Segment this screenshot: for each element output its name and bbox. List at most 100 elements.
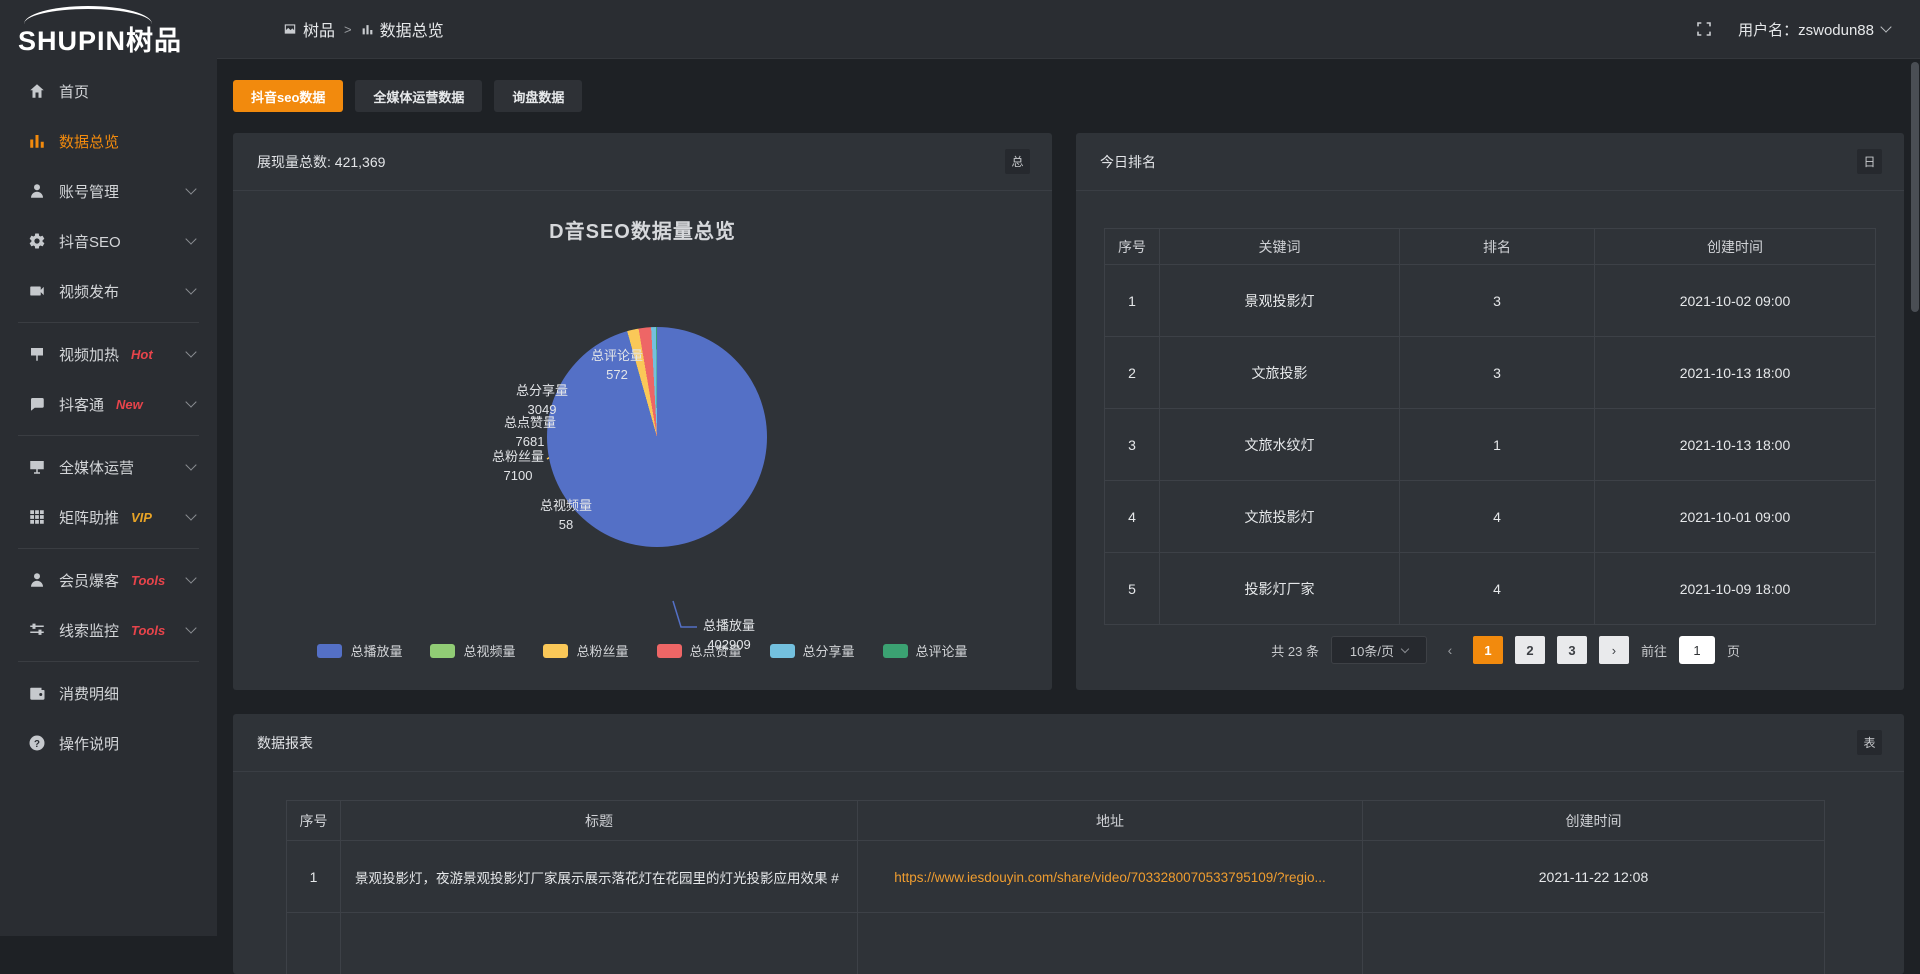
person-icon bbox=[28, 571, 46, 589]
goto-page-input[interactable] bbox=[1679, 636, 1715, 664]
sidebar-item-label: 操作说明 bbox=[59, 733, 119, 754]
rank-no: 4 bbox=[1105, 481, 1160, 553]
chart-legend: 总播放量 总视频量 总粉丝量 总点赞量 总分享量 bbox=[233, 641, 1052, 660]
sidebar-item-6[interactable]: 视频加热Hot bbox=[0, 329, 217, 379]
breadcrumb-root[interactable]: 树品 bbox=[283, 17, 335, 41]
chevron-down-icon bbox=[185, 396, 196, 407]
video-camera-icon bbox=[28, 282, 46, 300]
pagination: 共 23 条 10条/页 ‹ 123 › 前往 页 bbox=[1271, 636, 1740, 664]
sidebar-item-label: 会员爆客 bbox=[59, 570, 119, 591]
sidebar-item-5[interactable]: 视频发布 bbox=[0, 266, 217, 316]
sidebar-badge: VIP bbox=[131, 510, 152, 525]
sidebar-badge: Tools bbox=[131, 573, 165, 588]
sidebar-item-8[interactable]: 全媒体运营 bbox=[0, 442, 217, 492]
total-toggle-button[interactable]: 总 bbox=[1005, 149, 1030, 174]
sidebar-item-13[interactable]: ? 操作说明 bbox=[0, 718, 217, 768]
page-number-button[interactable]: 2 bbox=[1515, 636, 1545, 664]
sidebar-menu: 首页数据总览账号管理抖音SEO视频发布视频加热Hot抖客通New 全媒体运营矩阵助… bbox=[0, 59, 217, 768]
video-link[interactable]: https://www.iesdouyin.com/share/video/70… bbox=[894, 870, 1326, 885]
table-toggle-button[interactable]: 表 bbox=[1857, 730, 1882, 755]
promote-icon bbox=[28, 345, 46, 363]
sliders-icon bbox=[28, 621, 46, 639]
page-scrollbar-thumb[interactable] bbox=[1911, 62, 1919, 312]
chevron-down-icon bbox=[185, 283, 196, 294]
help-icon: ? bbox=[28, 734, 46, 752]
rank-keyword: 文旅投影 bbox=[1160, 337, 1400, 409]
data-tabs: 抖音seo数据 全媒体运营数据 询盘数据 bbox=[233, 80, 1904, 112]
sidebar-item-7[interactable]: 抖客通New bbox=[0, 379, 217, 429]
legend-swatch bbox=[883, 644, 908, 658]
sidebar-item-label: 全媒体运营 bbox=[59, 457, 134, 478]
rank-position: 4 bbox=[1400, 481, 1595, 553]
user-menu[interactable]: 用户名：zswodun88 bbox=[1738, 19, 1890, 40]
rank-position: 4 bbox=[1400, 553, 1595, 625]
pie-label-comments: 总评论量572 bbox=[591, 346, 643, 384]
rank-created: 2021-10-13 18:00 bbox=[1595, 337, 1876, 409]
chevron-down-icon bbox=[185, 509, 196, 520]
rank-keyword: 文旅投影灯 bbox=[1160, 481, 1400, 553]
page-number-button[interactable]: 1 bbox=[1473, 636, 1503, 664]
prev-page-button[interactable]: ‹ bbox=[1439, 636, 1461, 664]
sidebar: SHUPIN树品 首页数据总览账号管理抖音SEO视频发布视频加热Hot抖客通Ne… bbox=[0, 0, 217, 936]
tab-media-operation[interactable]: 全媒体运营数据 bbox=[355, 80, 482, 112]
rank-created: 2021-10-01 09:00 bbox=[1595, 481, 1876, 553]
legend-item[interactable]: 总粉丝量 bbox=[543, 641, 628, 660]
report-no: 1 bbox=[287, 841, 341, 913]
next-page-button[interactable]: › bbox=[1599, 636, 1629, 664]
pie-label-likes: 总点赞量7681 bbox=[504, 413, 556, 451]
ranking-table: 序号 关键词 排名 创建时间 1 景观投影灯 3 2021-10-02 09:0… bbox=[1104, 228, 1876, 625]
main-content: 抖音seo数据 全媒体运营数据 询盘数据 展现量总数: 421,369 总 D音… bbox=[217, 59, 1920, 974]
sidebar-item-label: 数据总览 bbox=[59, 131, 119, 152]
sidebar-item-10[interactable]: 会员爆客 Tools bbox=[0, 555, 217, 605]
sidebar-badge: Tools bbox=[131, 623, 165, 638]
legend-item[interactable]: 总分享量 bbox=[770, 641, 855, 660]
chevron-down-icon bbox=[185, 572, 196, 583]
menu-divider bbox=[18, 322, 199, 323]
bar-chart-icon bbox=[28, 132, 46, 150]
sidebar-item-4[interactable]: 抖音SEO bbox=[0, 216, 217, 266]
sidebar-item-11[interactable]: 线索监控Tools bbox=[0, 605, 217, 655]
fullscreen-icon[interactable] bbox=[1696, 21, 1712, 37]
ranking-panel-header: 今日排名 日 bbox=[1076, 133, 1904, 191]
menu-divider bbox=[18, 548, 199, 549]
report-table: 序号 标题 地址 创建时间 1 景观投影灯，夜游景观投影灯厂家展示展示落花灯在花… bbox=[286, 800, 1825, 974]
page-number-button[interactable]: 3 bbox=[1557, 636, 1587, 664]
legend-swatch bbox=[430, 644, 455, 658]
rank-position: 3 bbox=[1400, 265, 1595, 337]
breadcrumb: 树品 > 数据总览 bbox=[283, 17, 444, 41]
rank-no: 3 bbox=[1105, 409, 1160, 481]
legend-item[interactable]: 总播放量 bbox=[317, 641, 402, 660]
ranking-table-row: 2 文旅投影 3 2021-10-13 18:00 bbox=[1105, 337, 1876, 409]
report-title: 数据报表 bbox=[257, 733, 313, 753]
legend-item[interactable]: 总视频量 bbox=[430, 641, 515, 660]
chevron-down-icon bbox=[1401, 645, 1409, 653]
breadcrumb-current[interactable]: 数据总览 bbox=[361, 17, 444, 41]
tab-inquiry[interactable]: 询盘数据 bbox=[494, 80, 582, 112]
legend-swatch bbox=[317, 644, 342, 658]
user-icon bbox=[28, 182, 46, 200]
chevron-down-icon bbox=[185, 622, 196, 633]
menu-divider bbox=[18, 435, 199, 436]
app-logo[interactable]: SHUPIN树品 bbox=[0, 0, 217, 59]
sidebar-item-1[interactable]: 首页 bbox=[0, 66, 217, 116]
day-toggle-button[interactable]: 日 bbox=[1857, 149, 1882, 174]
report-created: 2021-11-22 12:08 bbox=[1363, 841, 1825, 913]
page-size-select[interactable]: 10条/页 bbox=[1331, 636, 1427, 664]
sidebar-item-9[interactable]: 矩阵助推VIP bbox=[0, 492, 217, 542]
rank-no: 5 bbox=[1105, 553, 1160, 625]
gear-icon bbox=[28, 232, 46, 250]
chat-icon bbox=[28, 395, 46, 413]
tab-douyin-seo[interactable]: 抖音seo数据 bbox=[233, 80, 343, 112]
report-panel-header: 数据报表 表 bbox=[233, 714, 1904, 772]
legend-item[interactable]: 总点赞量 bbox=[657, 641, 742, 660]
rank-created: 2021-10-13 18:00 bbox=[1595, 409, 1876, 481]
bar-chart-icon bbox=[361, 23, 374, 36]
monitor-icon bbox=[28, 458, 46, 476]
sidebar-item-12[interactable]: 消费明细 bbox=[0, 668, 217, 718]
chevron-down-icon bbox=[185, 459, 196, 470]
sidebar-item-2[interactable]: 数据总览 bbox=[0, 116, 217, 166]
impressions-total: 展现量总数: 421,369 bbox=[257, 152, 385, 172]
chevron-down-icon bbox=[185, 346, 196, 357]
legend-item[interactable]: 总评论量 bbox=[883, 641, 968, 660]
sidebar-item-3[interactable]: 账号管理 bbox=[0, 166, 217, 216]
